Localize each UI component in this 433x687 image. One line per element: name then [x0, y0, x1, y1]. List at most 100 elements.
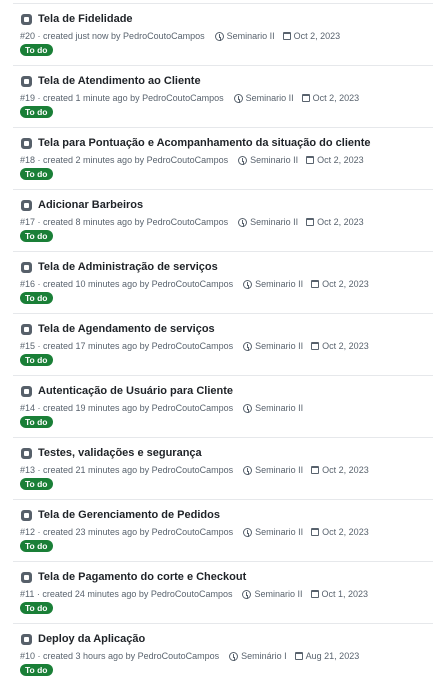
issue-title[interactable]: Tela de Fidelidade — [38, 13, 133, 25]
issue-milestone[interactable]: Seminario II — [246, 93, 294, 103]
issue-date: Oct 2, 2023 — [312, 93, 360, 103]
milestone-icon — [229, 651, 239, 661]
milestone-icon — [233, 93, 243, 103]
issue-title-line: Deploy da Aplicação — [21, 631, 145, 647]
calendar-icon — [311, 466, 320, 474]
issue-title[interactable]: Tela de Pagamento do corte e Checkout — [38, 571, 246, 583]
issue-date: Oct 2, 2023 — [293, 31, 341, 41]
issue-title-line: Adicionar Barbeiros — [21, 197, 143, 213]
issue-meta-text: #11 · created 24 minutes ago by PedroCou… — [20, 589, 233, 599]
issue-meta-text: #19 · created 1 minute ago by PedroCouto… — [20, 93, 224, 103]
issue-meta: #16 · created 10 minutes ago by PedroCou… — [20, 277, 369, 291]
issue-meta: #20 · created just now by PedroCoutoCamp… — [20, 29, 340, 43]
draft-issue-icon — [21, 509, 32, 521]
issue-title-line: Testes, validações e segurança — [21, 445, 202, 461]
issue-title-line: Tela de Administração de serviços — [21, 259, 218, 275]
calendar-icon — [306, 218, 315, 226]
draft-issue-icon — [21, 385, 32, 397]
issue-title[interactable]: Tela de Atendimento ao Cliente — [38, 75, 201, 87]
issue-date: Oct 2, 2023 — [322, 527, 369, 537]
issue-title[interactable]: Tela de Gerenciamento de Pedidos — [38, 509, 220, 521]
calendar-icon — [310, 590, 319, 598]
issue-meta-text: #12 · created 23 minutes ago by PedroCou… — [20, 527, 234, 537]
draft-issue-icon — [21, 447, 32, 459]
milestone-icon — [238, 155, 248, 165]
issue-title[interactable]: Tela para Pontuação e Acompanhamento da … — [38, 137, 371, 149]
issue-title-line: Tela de Agendamento de serviços — [21, 321, 215, 337]
issue-meta: #10 · created 3 hours ago by PedroCoutoC… — [20, 649, 359, 663]
status-badge: To do — [20, 106, 53, 118]
issue-title-line: Tela de Atendimento ao Cliente — [21, 73, 201, 89]
status-badge: To do — [20, 292, 53, 304]
issue-meta-text: #20 · created just now by PedroCoutoCamp… — [20, 31, 205, 41]
calendar-icon — [306, 156, 315, 164]
issue-row[interactable]: Tela para Pontuação e Acompanhamento da … — [13, 127, 433, 189]
issue-title-line: Tela de Fidelidade — [21, 11, 133, 27]
issue-row[interactable]: Tela de Agendamento de serviços #15 · cr… — [13, 313, 433, 375]
milestone-icon — [243, 403, 253, 413]
issue-date: Oct 2, 2023 — [317, 217, 364, 227]
status-badge: To do — [20, 664, 53, 676]
milestone-icon — [242, 589, 252, 599]
milestone-icon — [238, 217, 248, 227]
issue-meta: #11 · created 24 minutes ago by PedroCou… — [20, 587, 368, 601]
issue-row[interactable]: Deploy da Aplicação #10 · created 3 hour… — [13, 623, 433, 685]
issue-meta-text: #14 · created 19 minutes ago by PedroCou… — [20, 403, 234, 413]
issue-milestone[interactable]: Seminario II — [255, 341, 303, 351]
issue-date: Oct 1, 2023 — [321, 589, 369, 599]
issue-row[interactable]: Tela de Atendimento ao Cliente #19 · cre… — [13, 65, 433, 127]
issue-title[interactable]: Deploy da Aplicação — [38, 633, 145, 645]
issue-row[interactable]: Adicionar Barbeiros #17 · created 8 minu… — [13, 189, 433, 251]
calendar-icon — [311, 280, 320, 288]
issue-milestone[interactable]: Seminario II — [255, 279, 303, 289]
issue-row[interactable]: Tela de Gerenciamento de Pedidos #12 · c… — [13, 499, 433, 561]
issue-title[interactable]: Adicionar Barbeiros — [38, 199, 143, 211]
issue-row[interactable]: Tela de Administração de serviços #16 · … — [13, 251, 433, 313]
milestone-icon — [243, 527, 253, 537]
calendar-icon — [301, 94, 310, 102]
issue-meta: #15 · created 17 minutes ago by PedroCou… — [20, 339, 369, 353]
issue-row[interactable]: Autenticação de Usuário para Cliente #14… — [13, 375, 433, 437]
issue-meta-text: #13 · created 21 minutes ago by PedroCou… — [20, 465, 234, 475]
issue-milestone[interactable]: Seminario II — [255, 527, 303, 537]
issue-milestone[interactable]: Seminario II — [250, 155, 298, 165]
issue-meta-text: #10 · created 3 hours ago by PedroCoutoC… — [20, 651, 220, 661]
issue-row[interactable]: Tela de Fidelidade #20 · created just no… — [13, 3, 433, 65]
issue-milestone[interactable]: Seminario II — [254, 589, 302, 599]
issue-milestone[interactable]: Seminário I — [241, 651, 287, 661]
milestone-icon — [243, 279, 253, 289]
issue-title[interactable]: Autenticação de Usuário para Cliente — [38, 385, 233, 397]
status-badge: To do — [20, 230, 53, 242]
issue-meta-text: #18 · created 2 minutes ago by PedroCout… — [20, 155, 229, 165]
issue-meta: #13 · created 21 minutes ago by PedroCou… — [20, 463, 369, 477]
issue-meta-text: #15 · created 17 minutes ago by PedroCou… — [20, 341, 234, 351]
issue-milestone[interactable]: Seminario II — [227, 31, 275, 41]
issue-meta: #14 · created 19 minutes ago by PedroCou… — [20, 401, 303, 415]
issue-date: Oct 2, 2023 — [322, 279, 369, 289]
calendar-icon — [311, 528, 320, 536]
issue-row[interactable]: Tela de Pagamento do corte e Checkout #1… — [13, 561, 433, 623]
draft-issue-icon — [21, 571, 32, 583]
draft-issue-icon — [21, 199, 32, 211]
calendar-icon — [294, 652, 303, 660]
issue-list: Tela de Fidelidade #20 · created just no… — [0, 0, 433, 687]
calendar-icon — [311, 342, 320, 350]
issue-milestone[interactable]: Seminario II — [250, 217, 298, 227]
issue-title[interactable]: Tela de Administração de serviços — [38, 261, 218, 273]
issue-meta-text: #17 · created 8 minutes ago by PedroCout… — [20, 217, 229, 227]
issue-row[interactable]: Testes, validações e segurança #13 · cre… — [13, 437, 433, 499]
issue-date: Oct 2, 2023 — [322, 341, 369, 351]
status-badge: To do — [20, 168, 53, 180]
issue-title-line: Tela de Pagamento do corte e Checkout — [21, 569, 246, 585]
issue-date: Aug 21, 2023 — [305, 651, 360, 661]
issue-date: Oct 2, 2023 — [322, 465, 369, 475]
issue-title[interactable]: Testes, validações e segurança — [38, 447, 202, 459]
issue-meta: #18 · created 2 minutes ago by PedroCout… — [20, 153, 364, 167]
issue-milestone[interactable]: Seminario II — [255, 403, 303, 413]
issue-title-line: Autenticação de Usuário para Cliente — [21, 383, 233, 399]
issue-meta: #19 · created 1 minute ago by PedroCouto… — [20, 91, 359, 105]
issue-milestone[interactable]: Seminario II — [255, 465, 303, 475]
issue-meta: #17 · created 8 minutes ago by PedroCout… — [20, 215, 364, 229]
status-badge: To do — [20, 602, 53, 614]
issue-title[interactable]: Tela de Agendamento de serviços — [38, 323, 215, 335]
